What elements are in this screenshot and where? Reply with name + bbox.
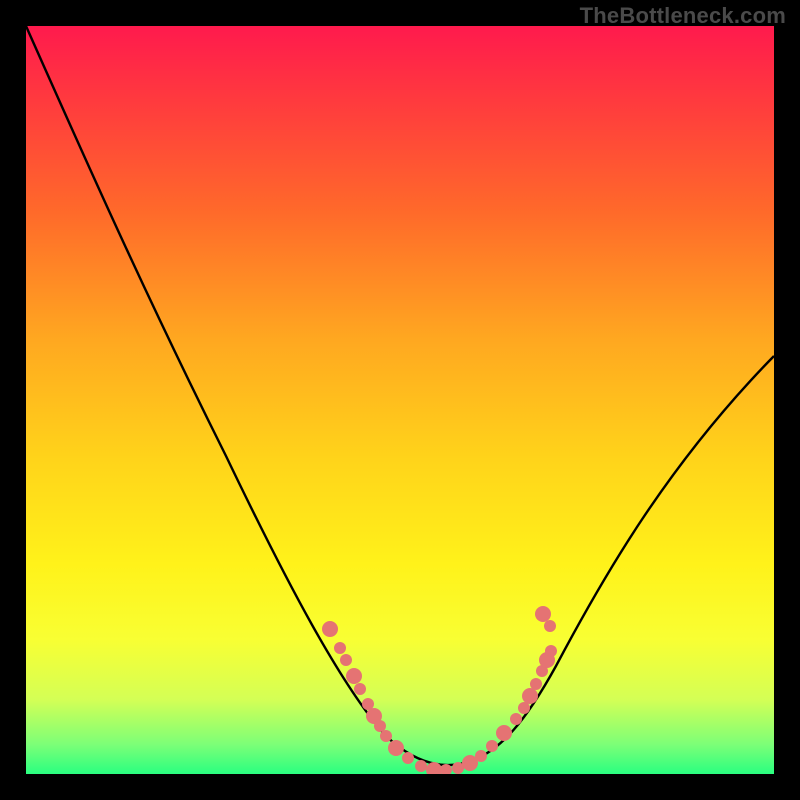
highlight-dot [354, 683, 366, 695]
highlight-dot [545, 645, 557, 657]
bottleneck-curve [26, 26, 774, 765]
highlight-dot [475, 750, 487, 762]
highlight-dot [374, 720, 386, 732]
highlight-dot [402, 752, 414, 764]
chart-svg [26, 26, 774, 774]
highlight-dot [544, 620, 556, 632]
highlight-dot [535, 606, 551, 622]
highlight-dot [415, 760, 427, 772]
highlight-dots [322, 606, 557, 774]
highlight-dot [510, 713, 522, 725]
highlight-dot [380, 730, 392, 742]
highlight-dot [346, 668, 362, 684]
highlight-dot [322, 621, 338, 637]
highlight-dot [496, 725, 512, 741]
highlight-dot [340, 654, 352, 666]
highlight-dot [486, 740, 498, 752]
highlight-dot [530, 678, 542, 690]
highlight-dot [522, 688, 538, 704]
highlight-dot [334, 642, 346, 654]
highlight-dot [388, 740, 404, 756]
highlight-dot [362, 698, 374, 710]
highlight-dot [518, 702, 530, 714]
